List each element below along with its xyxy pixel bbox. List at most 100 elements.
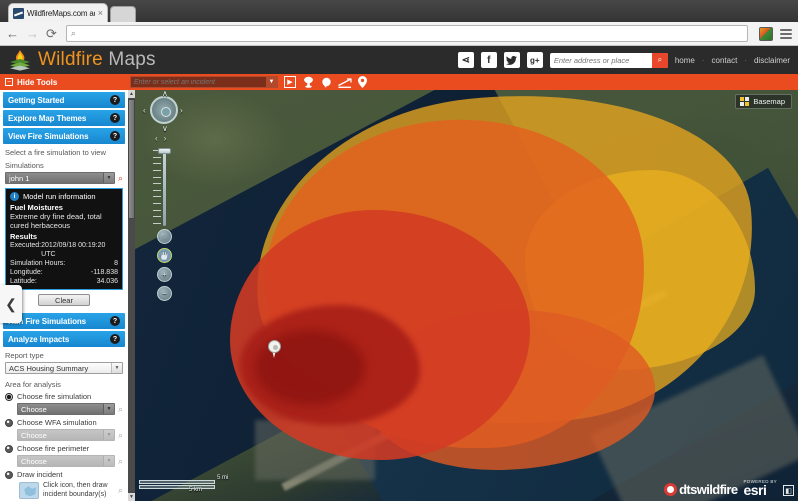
simulation-select-row: john 1 ▼ ⌕ xyxy=(5,172,123,184)
browser-new-tab-button[interactable] xyxy=(110,6,136,22)
combo-value: Choose xyxy=(21,430,47,440)
zoom-slider-ticks xyxy=(153,150,161,224)
browser-window: WildfireMaps.com advanc × ← → ⟳ ⌕ xyxy=(0,0,798,501)
basemap-button[interactable]: Basemap xyxy=(735,94,792,109)
option-choose-fire-perimeter[interactable]: Choose fire perimeter xyxy=(5,444,123,453)
help-icon[interactable]: ? xyxy=(110,334,120,345)
facebook-icon[interactable]: f xyxy=(480,52,497,68)
pan-control[interactable] xyxy=(150,96,178,124)
radio-icon[interactable] xyxy=(5,418,13,427)
chevron-down-icon[interactable]: ▼ xyxy=(111,363,122,374)
reload-icon[interactable]: ⟳ xyxy=(46,27,57,40)
search-icon[interactable]: ⌕ xyxy=(118,456,123,466)
hide-tools-button[interactable]: − Hide Tools xyxy=(0,78,130,87)
back-icon[interactable]: ← xyxy=(6,27,19,40)
search-icon[interactable]: ⌕ xyxy=(651,52,668,68)
sidebar-collapse-button[interactable]: ❮ xyxy=(0,285,22,323)
chevron-down-icon[interactable]: ▼ xyxy=(102,404,114,415)
radio-icon[interactable] xyxy=(5,470,13,479)
option-choose-fire-simulation[interactable]: Choose fire simulation xyxy=(5,392,123,401)
pan-down-icon[interactable]: ∨ xyxy=(162,125,168,133)
address-bar[interactable]: ⌕ xyxy=(65,25,748,42)
forward-icon[interactable]: → xyxy=(26,27,39,40)
share-icon[interactable]: ⋖ xyxy=(457,52,474,68)
header-link-disclaimer[interactable]: disclaimer xyxy=(754,56,790,65)
help-icon[interactable]: ? xyxy=(110,131,120,141)
search-icon[interactable]: ⌕ xyxy=(118,404,123,414)
view-fire-hint: Select a fire simulation to view xyxy=(5,148,106,157)
pan-left-icon[interactable]: ‹ xyxy=(143,107,146,115)
zoom-in-icon[interactable]: + xyxy=(157,267,172,282)
pan-right-icon[interactable]: › xyxy=(180,107,183,115)
panel-getting-started[interactable]: Getting Started ? xyxy=(3,92,125,108)
report-type-combobox[interactable]: ACS Housing Summary ▼ xyxy=(5,362,123,375)
result-row: Longitude: -118.838 xyxy=(10,268,118,277)
browser-tab-active[interactable]: WildfireMaps.com advanc × xyxy=(8,3,108,22)
draw-incident-hint: Click icon, then draw incident boundary(… xyxy=(43,482,108,498)
play-simulation-button[interactable]: ▶ xyxy=(284,76,296,88)
place-marker-icon[interactable] xyxy=(358,76,367,88)
fire-perimeter-combobox[interactable]: Choose ▼ xyxy=(17,455,115,468)
search-icon[interactable]: ⌕ xyxy=(118,486,123,495)
result-value: 34.036 xyxy=(96,278,118,286)
globe-icon[interactable]: ◌ xyxy=(157,229,172,244)
panel-analyze-impacts[interactable]: Analyze Impacts ? xyxy=(3,331,125,348)
application-viewport: Wildfire Maps ⋖ f g+ ⌕ home · contact · … xyxy=(0,46,798,501)
header-link-home[interactable]: home xyxy=(675,56,695,65)
help-icon[interactable]: ? xyxy=(110,316,120,327)
smoke-plume-icon[interactable] xyxy=(302,76,315,88)
simulation-combobox[interactable]: john 1 ▼ xyxy=(5,172,115,184)
incident-map-pin[interactable] xyxy=(268,340,281,358)
header-link-contact[interactable]: contact xyxy=(712,56,738,65)
pan-hand-icon[interactable] xyxy=(157,248,172,263)
address-search-input[interactable] xyxy=(549,52,652,68)
app-logo[interactable]: Wildfire Maps xyxy=(0,49,156,71)
chevron-down-icon[interactable]: ▼ xyxy=(102,173,114,183)
map-canvas[interactable]: ∧ ∨ ‹ › ‹ › ◌ + − Basemap 5 mi 5 km dtsw… xyxy=(135,90,798,501)
chevron-down-icon[interactable]: ▼ xyxy=(266,77,277,87)
search-icon[interactable]: ⌕ xyxy=(118,430,123,440)
pan-up-icon[interactable]: ∧ xyxy=(162,90,168,98)
scroll-down-icon[interactable]: ▼ xyxy=(128,493,135,501)
browser-menu-icon[interactable] xyxy=(780,28,792,39)
option-label: Draw incident xyxy=(17,470,63,480)
scroll-up-icon[interactable]: ▲ xyxy=(128,90,135,98)
zoom-full-extent-icon[interactable]: ‹ › xyxy=(155,134,166,143)
cloud-icon[interactable] xyxy=(321,77,332,88)
radio-icon[interactable] xyxy=(5,444,13,453)
measure-icon[interactable] xyxy=(338,77,352,88)
extension-icon[interactable] xyxy=(759,26,773,41)
incident-combobox[interactable]: ▼ xyxy=(130,76,278,88)
grid-icon xyxy=(740,97,750,106)
option-draw-incident[interactable]: Draw incident xyxy=(5,470,123,479)
google-plus-icon[interactable]: g+ xyxy=(526,52,543,68)
twitter-icon[interactable] xyxy=(503,52,520,68)
draw-polygon-icon[interactable] xyxy=(19,482,39,500)
address-search-field[interactable]: ⌕ xyxy=(549,52,668,68)
result-value: 8 xyxy=(114,259,118,267)
help-icon[interactable]: ? xyxy=(110,95,120,105)
option-choose-wfa-simulation[interactable]: Choose WFA simulation xyxy=(5,418,123,427)
scale-label-miles: 5 mi xyxy=(217,475,229,481)
results-label: Results xyxy=(10,231,38,241)
zoom-slider-track[interactable] xyxy=(163,148,166,226)
close-icon[interactable]: × xyxy=(98,8,103,18)
clear-button[interactable]: Clear xyxy=(38,294,90,307)
zoom-out-icon[interactable]: − xyxy=(157,286,172,301)
panel-explore-map-themes[interactable]: Explore Map Themes ? xyxy=(3,110,125,126)
radio-icon[interactable] xyxy=(5,392,13,401)
search-icon[interactable]: ⌕ xyxy=(118,173,123,183)
model-info-header: i Model run information xyxy=(10,192,118,201)
wfa-simulation-combobox[interactable]: Choose ▼ xyxy=(17,429,115,442)
map-navigation-control[interactable]: ∧ ∨ ‹ › ‹ › ◌ + − xyxy=(143,90,183,301)
incident-input[interactable] xyxy=(131,78,266,86)
panel-view-fire-simulations[interactable]: View Fire Simulations ? xyxy=(3,128,125,144)
chevron-down-icon[interactable]: ▼ xyxy=(102,430,114,441)
sidebar-scrollbar[interactable]: ▲ ▼ xyxy=(128,90,135,501)
zoom-slider-thumb[interactable] xyxy=(158,148,171,154)
fire-simulation-combobox[interactable]: Choose ▼ xyxy=(17,403,115,416)
scrollbar-thumb[interactable] xyxy=(128,99,135,219)
tools-sidebar: Getting Started ? Explore Map Themes ? V… xyxy=(0,90,135,501)
help-icon[interactable]: ? xyxy=(110,113,120,123)
chevron-down-icon[interactable]: ▼ xyxy=(102,456,114,467)
